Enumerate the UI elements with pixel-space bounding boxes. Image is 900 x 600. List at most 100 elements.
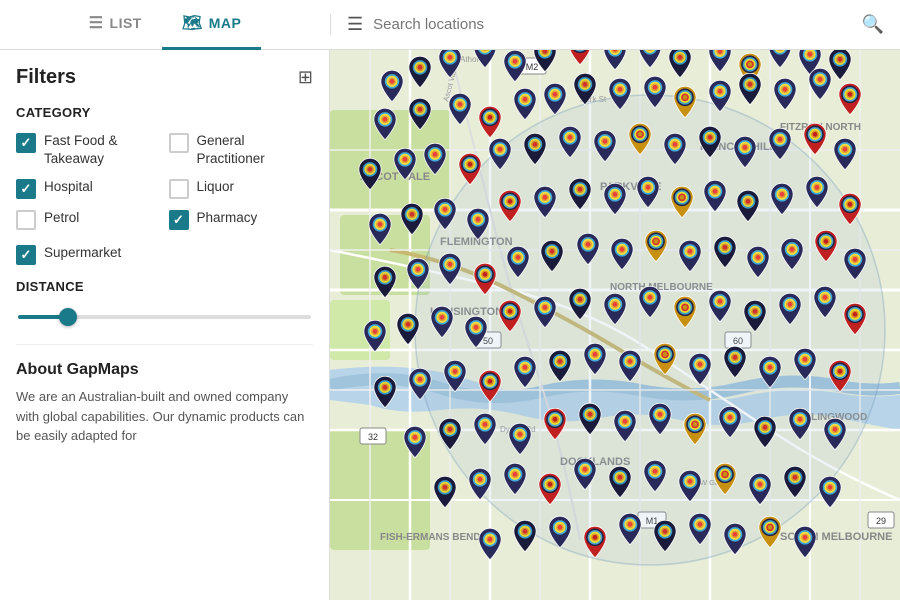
- map-pin[interactable]: [737, 73, 763, 105]
- map-pin[interactable]: [437, 50, 463, 78]
- map-pin[interactable]: [602, 183, 628, 215]
- category-petrol[interactable]: Petrol: [16, 209, 161, 230]
- map-pin[interactable]: [557, 126, 583, 158]
- map-pin[interactable]: [532, 50, 558, 72]
- map-pin[interactable]: [792, 526, 818, 558]
- map-pin[interactable]: [652, 520, 678, 552]
- map-pin[interactable]: [372, 376, 398, 408]
- map-pin[interactable]: [712, 463, 738, 495]
- map-pin[interactable]: [407, 98, 433, 130]
- tab-map[interactable]: 🗺 MAP: [162, 0, 261, 50]
- map-pin[interactable]: [505, 246, 531, 278]
- map-pin[interactable]: [609, 238, 635, 270]
- map-pin[interactable]: [647, 403, 673, 435]
- map-pin[interactable]: [697, 126, 723, 158]
- map-pin[interactable]: [672, 296, 698, 328]
- hamburger-icon[interactable]: ☰: [347, 14, 363, 35]
- map-pin[interactable]: [745, 246, 771, 278]
- category-fast-food[interactable]: Fast Food & Takeaway: [16, 132, 161, 168]
- tab-list[interactable]: ☰ LIST: [69, 0, 162, 50]
- map-pin[interactable]: [567, 50, 593, 65]
- map-pin[interactable]: [642, 460, 668, 492]
- filter-adjust-icon[interactable]: ⊞: [298, 67, 313, 88]
- map-pin[interactable]: [804, 176, 830, 208]
- map-pin[interactable]: [407, 56, 433, 88]
- checkbox-liquor[interactable]: [169, 179, 189, 199]
- map-pin[interactable]: [395, 313, 421, 345]
- map-pin[interactable]: [465, 208, 491, 240]
- map-pin[interactable]: [777, 293, 803, 325]
- map-pin[interactable]: [772, 78, 798, 110]
- map-pin[interactable]: [842, 303, 868, 335]
- map-pin[interactable]: [477, 528, 503, 560]
- map-pin[interactable]: [767, 50, 793, 68]
- map-pin[interactable]: [782, 466, 808, 498]
- map-pin[interactable]: [607, 466, 633, 498]
- map-pin[interactable]: [379, 70, 405, 102]
- map-pin[interactable]: [522, 133, 548, 165]
- map-pin[interactable]: [722, 523, 748, 555]
- map-pin[interactable]: [432, 476, 458, 508]
- map-pin[interactable]: [487, 138, 513, 170]
- map-pin[interactable]: [837, 83, 863, 115]
- map-pin[interactable]: [752, 416, 778, 448]
- map-pin[interactable]: [602, 50, 628, 70]
- map-pin[interactable]: [637, 286, 663, 318]
- map-pin[interactable]: [747, 473, 773, 505]
- map-pin[interactable]: [507, 423, 533, 455]
- map-pin[interactable]: [832, 138, 858, 170]
- map-pin[interactable]: [592, 130, 618, 162]
- map-pin[interactable]: [842, 248, 868, 280]
- map-pin[interactable]: [399, 203, 425, 235]
- map-pin[interactable]: [732, 136, 758, 168]
- map-pin[interactable]: [822, 418, 848, 450]
- map-pin[interactable]: [779, 238, 805, 270]
- map-pin[interactable]: [472, 263, 498, 295]
- map-pin[interactable]: [667, 50, 693, 78]
- map-pin[interactable]: [787, 408, 813, 440]
- map-pin[interactable]: [497, 190, 523, 222]
- category-gp[interactable]: General Practitioner: [169, 132, 314, 168]
- map-pin[interactable]: [612, 410, 638, 442]
- map-pin[interactable]: [712, 236, 738, 268]
- checkbox-supermarket[interactable]: [16, 245, 36, 265]
- map-pin[interactable]: [687, 513, 713, 545]
- map-pin[interactable]: [812, 286, 838, 318]
- search-input[interactable]: [373, 16, 851, 33]
- search-icon[interactable]: 🔍: [862, 14, 884, 35]
- map-pin[interactable]: [707, 50, 733, 72]
- map-pin[interactable]: [392, 148, 418, 180]
- map-pin[interactable]: [575, 233, 601, 265]
- map-pin[interactable]: [769, 183, 795, 215]
- map-pin[interactable]: [537, 473, 563, 505]
- map-pin[interactable]: [837, 193, 863, 225]
- map-pin[interactable]: [637, 50, 663, 68]
- map-pin[interactable]: [707, 80, 733, 112]
- map-pin[interactable]: [635, 176, 661, 208]
- map-pin[interactable]: [437, 253, 463, 285]
- map-pin[interactable]: [642, 76, 668, 108]
- map-pin[interactable]: [802, 123, 828, 155]
- map-pin[interactable]: [607, 78, 633, 110]
- map-pin[interactable]: [662, 133, 688, 165]
- distance-slider[interactable]: [18, 315, 311, 319]
- map-pin[interactable]: [669, 186, 695, 218]
- category-liquor[interactable]: Liquor: [169, 178, 314, 199]
- map-pin[interactable]: [429, 306, 455, 338]
- map-pin[interactable]: [542, 408, 568, 440]
- map-pin[interactable]: [742, 300, 768, 332]
- map-pin[interactable]: [502, 50, 528, 82]
- map-pin[interactable]: [757, 516, 783, 548]
- map-pin[interactable]: [512, 88, 538, 120]
- map-pin[interactable]: [532, 296, 558, 328]
- map-pin[interactable]: [367, 213, 393, 245]
- checkbox-pharmacy[interactable]: [169, 210, 189, 230]
- checkbox-fast-food[interactable]: [16, 133, 36, 153]
- map-pin[interactable]: [432, 198, 458, 230]
- map-pin[interactable]: [577, 403, 603, 435]
- map-pin[interactable]: [532, 186, 558, 218]
- checkbox-petrol[interactable]: [16, 210, 36, 230]
- category-hospital[interactable]: Hospital: [16, 178, 161, 199]
- map-pin[interactable]: [677, 470, 703, 502]
- map-pin[interactable]: [457, 153, 483, 185]
